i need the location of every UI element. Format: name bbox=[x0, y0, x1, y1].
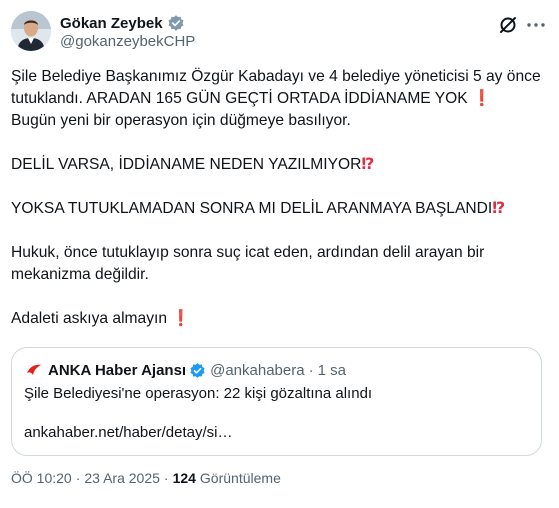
tweet: Gökan Zeybek @gokanzeybekCHP Şile Beledi… bbox=[0, 0, 559, 508]
quoted-author-handle[interactable]: @ankahabera bbox=[210, 362, 304, 379]
tweet-metadata: ÖÖ 10:20 · 23 Ara 2025 · 124 Görüntüleme bbox=[11, 470, 281, 486]
exclamation-emoji-icon: ❗ bbox=[171, 310, 191, 327]
separator-dot: · bbox=[75, 470, 81, 486]
tweet-paragraph-2: Bugün yeni bir operasyon için düğmeye ba… bbox=[11, 112, 351, 129]
author-name-row: Gökan Zeybek bbox=[60, 13, 185, 33]
separator-dot: · bbox=[308, 361, 314, 379]
verified-badge-icon bbox=[190, 362, 205, 378]
tweet-paragraph-4: YOKSA TUTUKLAMADAN SONRA MI DELİL ARANMA… bbox=[11, 200, 506, 217]
quoted-tweet-link[interactable]: ankahaber.net/haber/detay/si… bbox=[24, 424, 232, 441]
interrobang-emoji-icon: ⁉ bbox=[361, 156, 375, 173]
views-label: Görüntüleme bbox=[199, 470, 281, 486]
anka-logo-icon[interactable] bbox=[24, 360, 44, 380]
quoted-tweet-text: Şile Belediyesi'ne operasyon: 22 kişi gö… bbox=[24, 385, 373, 402]
tweet-paragraph-6: Adaleti askıya almayın ❗ bbox=[11, 310, 191, 327]
tweet-time[interactable]: ÖÖ 10:20 bbox=[11, 470, 72, 486]
author-display-name[interactable]: Gökan Zeybek bbox=[60, 15, 163, 32]
tweet-paragraph-5: Hukuk, önce tutuklayıp sonra suç icat ed… bbox=[11, 244, 485, 283]
tweet-date[interactable]: 23 Ara 2025 bbox=[84, 470, 160, 486]
verified-badge-icon bbox=[168, 15, 184, 31]
avatar[interactable] bbox=[11, 11, 51, 51]
tweet-paragraph-1: Şile Belediye Başkanımız Özgür Kabadayı … bbox=[11, 68, 541, 107]
tweet-text: Şile Belediye Başkanımız Özgür Kabadayı … bbox=[11, 66, 541, 330]
separator-dot: · bbox=[163, 470, 169, 486]
grok-icon[interactable] bbox=[497, 14, 519, 36]
quoted-tweet-card[interactable]: ANKA Haber Ajansı @ankahabera · 1 sa Şil… bbox=[11, 347, 542, 456]
quoted-author-name[interactable]: ANKA Haber Ajansı bbox=[48, 362, 186, 379]
quoted-timestamp[interactable]: 1 sa bbox=[318, 362, 346, 379]
quoted-tweet-header: ANKA Haber Ajansı @ankahabera · 1 sa bbox=[24, 360, 346, 380]
tweet-paragraph-3: DELİL VARSA, İDDİANAME NEDEN YAZILMIYOR⁉ bbox=[11, 156, 375, 173]
exclamation-emoji-icon: ❗ bbox=[472, 90, 492, 107]
more-options-icon[interactable] bbox=[525, 14, 547, 36]
author-handle[interactable]: @gokanzeybekCHP bbox=[60, 33, 195, 50]
views-count[interactable]: 124 bbox=[173, 470, 196, 486]
interrobang-emoji-icon: ⁉ bbox=[492, 200, 506, 217]
